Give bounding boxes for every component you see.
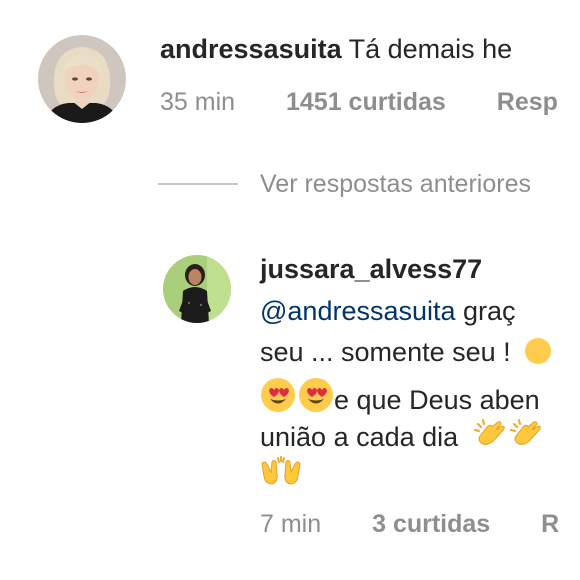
reply-text-1: graç [455,296,516,326]
comment-reply-button[interactable]: Resp [497,88,558,116]
clapping-hands-icon [509,418,544,457]
replies-divider [158,183,238,185]
reply-username[interactable]: jussara_alvess77 [260,254,482,284]
heart-eyes-icon [298,377,334,420]
reply-text-line-1: @andressasuita graç [260,296,516,327]
clapping-hands-icon [473,418,508,457]
avatar-jussara[interactable] [163,255,231,323]
comment-line: andressasuita Tá demais he [160,34,512,65]
reply-text-2: seu ... somente seu ! [260,337,511,367]
heart-eyes-icon [260,377,296,420]
reply-username-line: jussara_alvess77 [260,254,482,285]
comment-meta: 35 min 1451 curtidas Resp [160,88,558,117]
reply-text-line-3: e que Deus aben [260,377,540,420]
raising-hands-icon [260,456,302,491]
reply-meta: 7 min 3 curtidas R [260,510,559,539]
comment-username[interactable]: andressasuita [160,34,342,64]
reply-mention[interactable]: @andressasuita [260,296,456,326]
reply-text-line-4: união a cada dia [260,418,544,457]
reply-text-3: e que Deus aben [334,385,540,415]
reply-text-line-2: seu ... somente seu ! [260,337,552,372]
reply-reply-button[interactable]: R [541,510,559,538]
reply-likes[interactable]: 3 curtidas [372,510,490,538]
comment-likes[interactable]: 1451 curtidas [286,88,446,116]
reply-text-4: união a cada dia [260,422,459,452]
heart-eyes-icon [524,337,552,372]
view-previous-replies-button[interactable]: Ver respostas anteriores [260,170,531,199]
reply-text-line-5 [260,456,302,491]
avatar-andressasuita[interactable] [38,35,126,123]
comment-time: 35 min [160,88,236,116]
reply-time: 7 min [260,510,322,538]
comment-text: Tá demais he [348,34,513,64]
